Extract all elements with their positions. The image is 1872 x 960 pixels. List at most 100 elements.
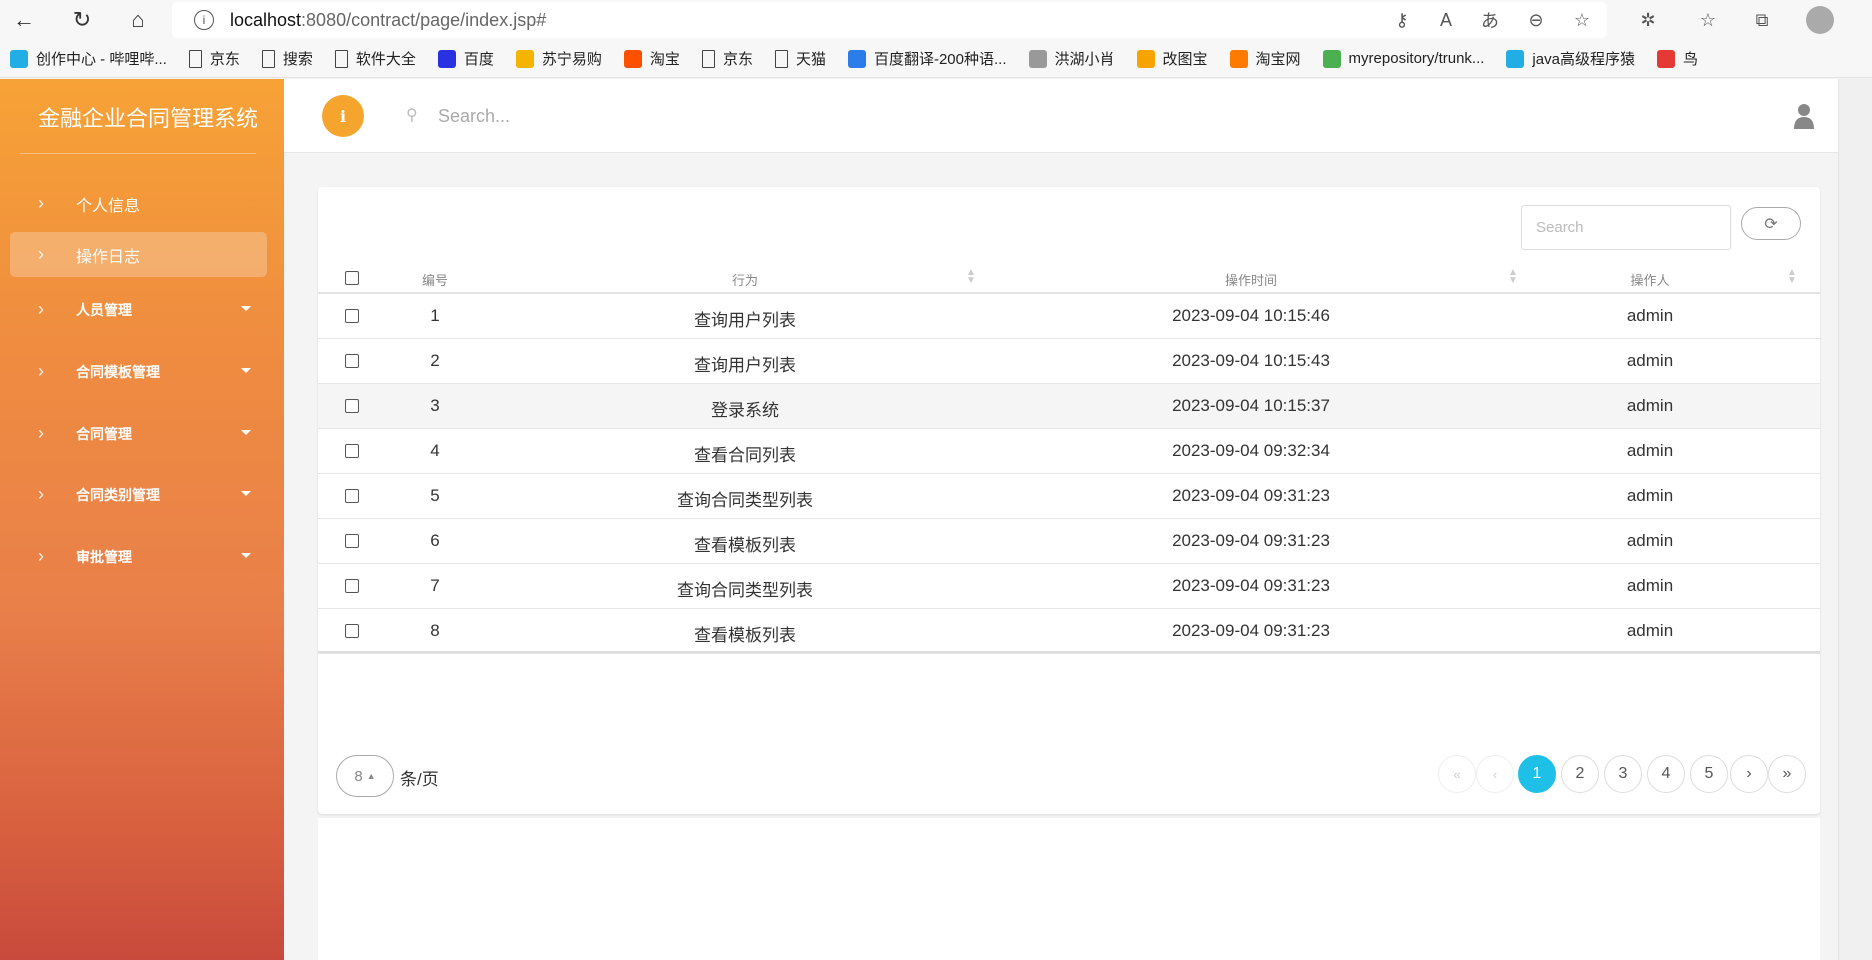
- pagination-first-button[interactable]: «: [1438, 755, 1476, 793]
- table-row[interactable]: 2 查询用户列表 2023-09-04 10:15:43 admin: [318, 339, 1820, 384]
- url-host: localhost: [230, 9, 302, 30]
- translate-icon[interactable]: あ: [1476, 6, 1504, 34]
- page-size-dropdown[interactable]: 8 ▲: [336, 755, 394, 797]
- column-header-time[interactable]: 操作时间: [1225, 270, 1277, 289]
- bookmark-label: 京东: [722, 51, 753, 68]
- bookmark-item[interactable]: 淘宝: [623, 48, 680, 69]
- sidebar-item-6[interactable]: › 审批管理: [10, 534, 267, 579]
- collections-icon[interactable]: ⧉: [1748, 6, 1776, 34]
- pagination-page-4-button[interactable]: 4: [1647, 755, 1685, 793]
- bookmark-item[interactable]: 搜索: [261, 48, 313, 69]
- row-checkbox[interactable]: [345, 354, 359, 368]
- zoom-out-icon[interactable]: ⊖: [1522, 6, 1550, 34]
- table-search-input[interactable]: [1521, 205, 1731, 250]
- sort-icon[interactable]: ▲ ▼: [1508, 268, 1518, 286]
- pagination-page-3-button[interactable]: 3: [1604, 755, 1642, 793]
- cell-action: 查看模板列表: [694, 626, 796, 645]
- bookmark-item[interactable]: 天猫: [774, 48, 826, 69]
- cell-id: 5: [430, 486, 440, 505]
- sidebar-item-2[interactable]: › 人员管理: [10, 287, 267, 332]
- info-button[interactable]: i: [322, 95, 364, 137]
- bookmark-item[interactable]: 软件大全: [334, 48, 416, 69]
- key-icon[interactable]: ⚷: [1388, 6, 1416, 34]
- bookmark-item[interactable]: myrepository/trunk...: [1322, 49, 1484, 68]
- sidebar-item-3[interactable]: › 合同模板管理: [10, 349, 267, 394]
- bookmark-item[interactable]: 创作中心 - 哔哩哔...: [10, 48, 167, 69]
- table-row[interactable]: 5 查询合同类型列表 2023-09-04 09:31:23 admin: [318, 474, 1820, 519]
- column-header-id[interactable]: 编号: [422, 270, 448, 289]
- table-row[interactable]: 1 查询用户列表 2023-09-04 10:15:46 admin: [318, 294, 1820, 339]
- column-header-user[interactable]: 操作人: [1630, 270, 1669, 289]
- cell-time: 2023-09-04 10:15:46: [1172, 306, 1330, 325]
- row-checkbox[interactable]: [345, 444, 359, 458]
- bookmark-label: 软件大全: [355, 51, 416, 68]
- table-row[interactable]: 7 查询合同类型列表 2023-09-04 09:31:23 admin: [318, 564, 1820, 609]
- sidebar-item-label: 合同管理: [76, 425, 132, 442]
- browser-toolbar: ← ↻ ⌂ i localhost:8080/contract/page/ind…: [0, 0, 1872, 40]
- pagination-prev-button[interactable]: ‹: [1476, 755, 1514, 793]
- bookmark-label: 鸟: [1682, 51, 1698, 68]
- bird-icon: [1656, 49, 1675, 68]
- chevron-right-icon: ›: [38, 484, 44, 504]
- secondary-panel: [318, 818, 1820, 960]
- sidebar-item-1[interactable]: › 操作日志: [10, 232, 267, 277]
- bookmark-item[interactable]: 百度翻译-200种语...: [847, 48, 1007, 69]
- profile-avatar[interactable]: [1806, 6, 1834, 34]
- search-icon: ⚲: [406, 107, 418, 124]
- bird-icon: [1028, 49, 1047, 68]
- bookmark-item[interactable]: 淘宝网: [1229, 48, 1301, 69]
- table-row[interactable]: 3 登录系统 2023-09-04 10:15:37 admin: [318, 384, 1820, 429]
- page-scrollbar[interactable]: [1838, 79, 1872, 960]
- favorites-icon[interactable]: ☆: [1694, 6, 1722, 34]
- pagination-page-1-button[interactable]: 1: [1518, 755, 1556, 793]
- caret-down-icon: [241, 306, 251, 311]
- bilibili-icon: [1506, 49, 1525, 68]
- extensions-icon[interactable]: ✲: [1634, 6, 1662, 34]
- bookmark-label: 苏宁易购: [541, 51, 602, 68]
- home-icon[interactable]: ⌂: [122, 4, 154, 36]
- favorite-add-icon[interactable]: ☆: [1568, 6, 1596, 34]
- cell-user: admin: [1626, 396, 1674, 415]
- info-icon[interactable]: i: [194, 10, 214, 30]
- bookmark-item[interactable]: 京东: [701, 48, 753, 69]
- reload-icon[interactable]: ↻: [66, 4, 98, 36]
- column-header-action[interactable]: 行为: [732, 270, 758, 289]
- bookmark-item[interactable]: 洪湖小肖: [1028, 48, 1115, 69]
- row-checkbox[interactable]: [345, 579, 359, 593]
- sort-icon[interactable]: ▲ ▼: [966, 268, 976, 286]
- sort-icon[interactable]: ▲ ▼: [1787, 268, 1797, 286]
- bookmark-item[interactable]: 京东: [188, 48, 240, 69]
- global-search-input[interactable]: [438, 101, 838, 131]
- cell-time: 2023-09-04 09:31:23: [1172, 531, 1330, 550]
- pagination-last-button[interactable]: »: [1768, 755, 1806, 793]
- select-all-checkbox[interactable]: [345, 271, 359, 285]
- row-checkbox[interactable]: [345, 489, 359, 503]
- pagination-page-2-button[interactable]: 2: [1561, 755, 1599, 793]
- pagination-page-5-button[interactable]: 5: [1690, 755, 1728, 793]
- bookmark-item[interactable]: java高级程序猿: [1506, 48, 1635, 69]
- pagination-next-button[interactable]: ›: [1730, 755, 1768, 793]
- bookmark-item[interactable]: 鸟: [1656, 48, 1698, 69]
- sidebar-item-0[interactable]: › 个人信息: [10, 181, 267, 226]
- table-row[interactable]: 8 查看模板列表 2023-09-04 09:31:23 admin: [318, 609, 1820, 654]
- row-checkbox[interactable]: [345, 534, 359, 548]
- user-icon[interactable]: [1794, 103, 1814, 129]
- sidebar: 金融企业合同管理系统 › 个人信息 › 操作日志 › 人员管理 › 合同模板管理 › 合同管理 › 合…: [0, 79, 284, 960]
- table-row[interactable]: 4 查看合同列表 2023-09-04 09:32:34 admin: [318, 429, 1820, 474]
- row-checkbox[interactable]: [345, 399, 359, 413]
- back-icon[interactable]: ←: [8, 4, 40, 36]
- row-checkbox[interactable]: [345, 624, 359, 638]
- sidebar-item-4[interactable]: › 合同管理: [10, 411, 267, 456]
- gaitubao-icon: [1136, 49, 1155, 68]
- bookmark-item[interactable]: 百度: [437, 48, 494, 69]
- sidebar-item-label: 审批管理: [76, 548, 132, 565]
- row-checkbox[interactable]: [345, 309, 359, 323]
- read-aloud-icon[interactable]: A: [1432, 6, 1460, 34]
- table-row[interactable]: 6 查看模板列表 2023-09-04 09:31:23 admin: [318, 519, 1820, 564]
- bookmark-item[interactable]: 苏宁易购: [515, 48, 602, 69]
- bookmark-label: 淘宝: [649, 51, 680, 68]
- chevron-right-icon: ›: [38, 193, 44, 213]
- bookmark-item[interactable]: 改图宝: [1136, 48, 1208, 69]
- sidebar-item-5[interactable]: › 合同类别管理: [10, 472, 267, 517]
- refresh-button[interactable]: ⟳: [1741, 207, 1801, 240]
